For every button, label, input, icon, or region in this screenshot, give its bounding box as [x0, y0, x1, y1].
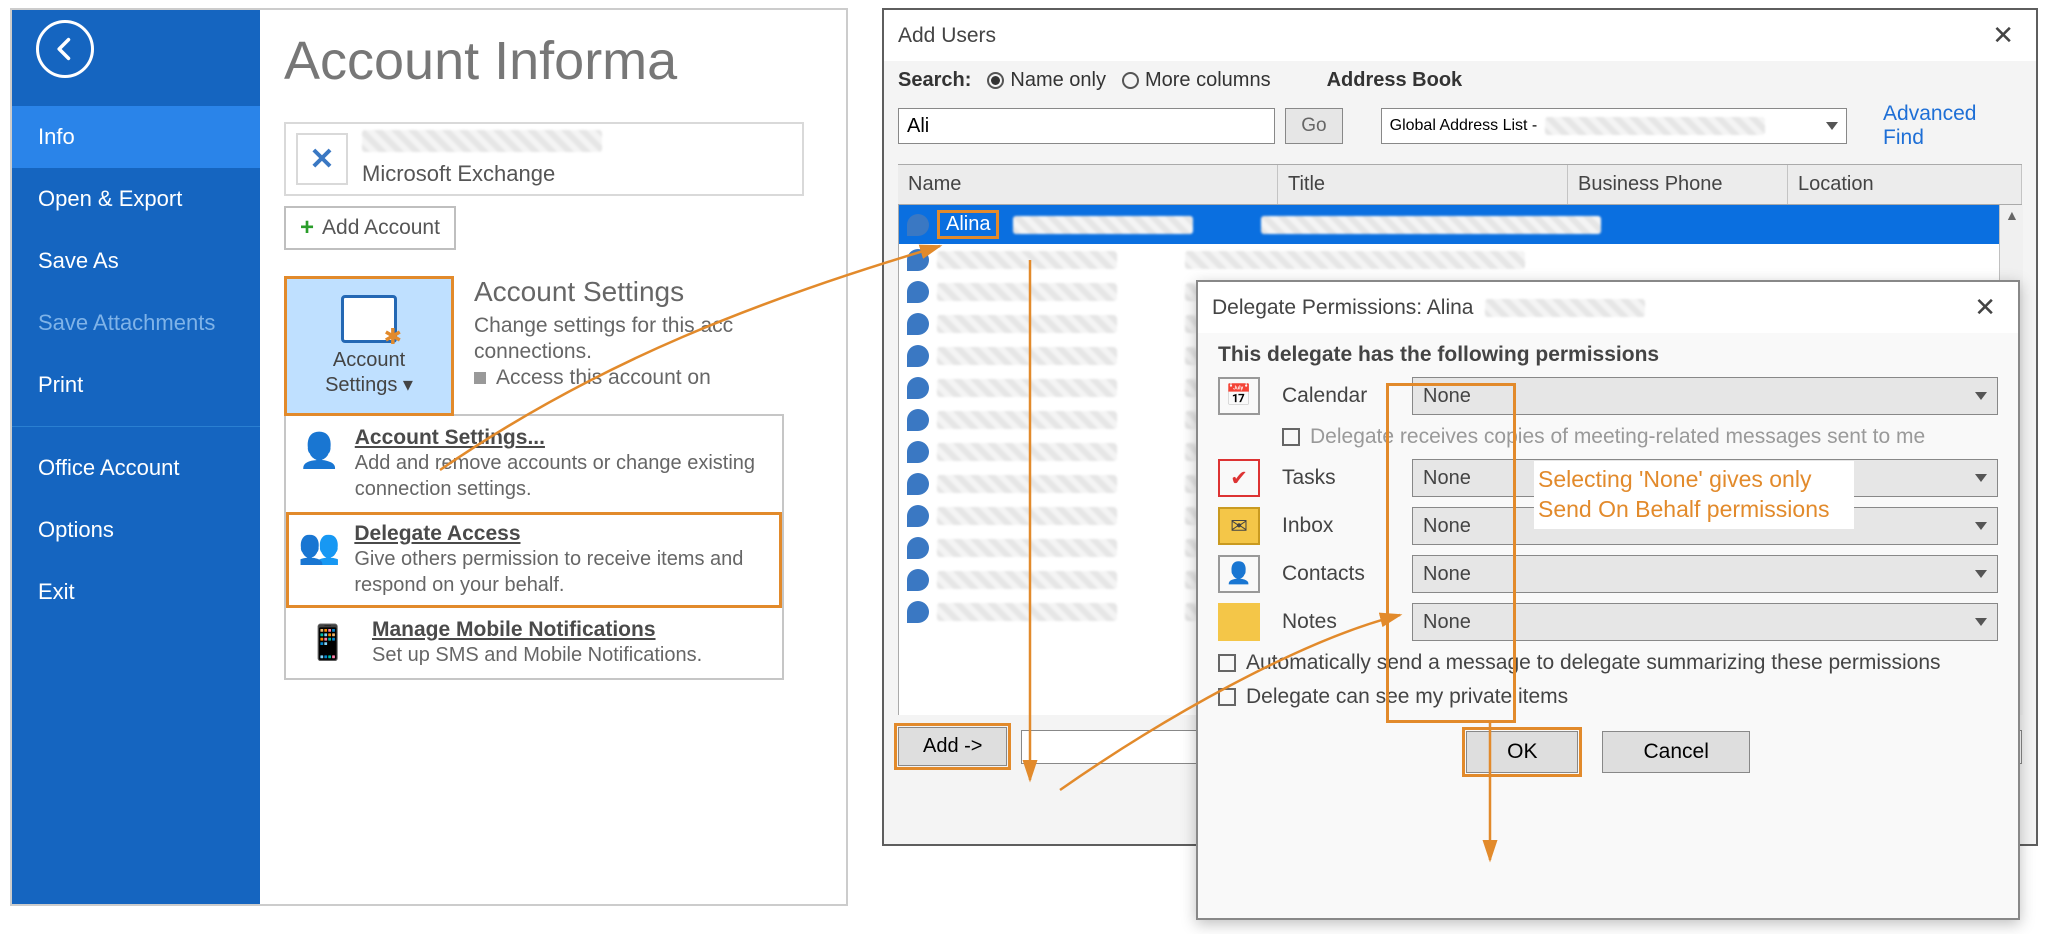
radio-name-only[interactable]: Name only	[987, 69, 1106, 92]
sidebar-item-options[interactable]: Options	[12, 499, 260, 561]
person-icon	[907, 601, 929, 623]
content-area: Account Informa ✕ Microsoft Exchange + A…	[260, 10, 846, 904]
notes-icon	[1218, 603, 1260, 641]
sidebar-item-save-as[interactable]: Save As	[12, 230, 260, 292]
radio-more-columns[interactable]: More columns	[1122, 69, 1271, 92]
dialog-title: Add Users	[898, 24, 996, 48]
addr-book-redacted	[1545, 117, 1765, 135]
search-input[interactable]	[898, 108, 1275, 144]
account-settings-button[interactable]: Account Settings ▾	[284, 276, 454, 416]
person-icon	[907, 281, 929, 303]
outlook-backstage: Info Open & Export Save As Save Attachme…	[10, 8, 848, 906]
perm-row-contacts: 👤 Contacts None	[1218, 555, 1998, 593]
person-icon	[907, 249, 929, 271]
advanced-find-link[interactable]: Advanced Find	[1883, 102, 2022, 150]
user-row[interactable]	[899, 244, 2021, 276]
menu-item-account-settings[interactable]: 👤 Account Settings... Add and remove acc…	[286, 416, 782, 512]
person-icon	[907, 505, 929, 527]
address-book-label: Address Book	[1327, 69, 1463, 92]
dp-heading: This delegate has the following permissi…	[1218, 343, 1998, 367]
account-settings-icon	[341, 295, 397, 343]
calendar-icon: 📅	[1218, 377, 1260, 415]
person-icon	[907, 313, 929, 335]
dp-name-redacted	[1485, 299, 1645, 317]
perm-row-calendar: 📅 Calendar None	[1218, 377, 1998, 415]
back-button[interactable]	[36, 20, 94, 78]
sidebar-item-office-account[interactable]: Office Account	[12, 437, 260, 499]
close-icon[interactable]: ✕	[1984, 20, 2022, 51]
menu-item-mobile-notifications[interactable]: 📱 Manage Mobile Notifications Set up SMS…	[286, 608, 782, 678]
person-icon	[907, 569, 929, 591]
ok-button[interactable]: OK	[1466, 731, 1578, 773]
person-icon	[907, 377, 929, 399]
delegate-permissions-dialog: Delegate Permissions: Alina ✕ This deleg…	[1196, 280, 2020, 920]
person-icon	[907, 441, 929, 463]
person-icon	[907, 537, 929, 559]
tasks-icon: ✔	[1218, 459, 1260, 497]
annotation-text: Selecting 'None' gives only Send On Beha…	[1534, 461, 1854, 529]
sidebar-item-open-export[interactable]: Open & Export	[12, 168, 260, 230]
list-column-headers: Name Title Business Phone Location	[898, 164, 2022, 205]
calendar-dropdown[interactable]: None	[1412, 377, 1998, 415]
sidebar-item-print[interactable]: Print	[12, 354, 260, 416]
account-type: Microsoft Exchange	[362, 161, 555, 186]
sidebar-item-info[interactable]: Info	[12, 106, 260, 168]
account-email-redacted	[362, 130, 602, 152]
delegate-access-icon: 👥	[298, 522, 340, 572]
user-row-selected[interactable]: Alina	[899, 205, 2021, 244]
contacts-dropdown[interactable]: None	[1412, 555, 1998, 593]
sidebar-item-save-attachments: Save Attachments	[12, 292, 260, 354]
plus-icon: +	[300, 214, 314, 242]
person-icon	[907, 409, 929, 431]
checkbox-meeting-copies[interactable]	[1282, 428, 1300, 446]
account-settings-description: Account Settings Change settings for thi…	[474, 276, 733, 416]
cancel-button[interactable]: Cancel	[1602, 731, 1749, 773]
close-icon[interactable]: ✕	[1966, 292, 2004, 323]
search-label: Search:	[898, 69, 971, 92]
add-account-button[interactable]: + Add Account	[284, 206, 456, 250]
account-settings-menu: 👤 Account Settings... Add and remove acc…	[284, 414, 784, 680]
checkbox-private-items[interactable]	[1218, 688, 1236, 706]
account-selector[interactable]: ✕ Microsoft Exchange	[284, 122, 804, 196]
sidebar: Info Open & Export Save As Save Attachme…	[12, 10, 260, 904]
sidebar-item-exit[interactable]: Exit	[12, 561, 260, 623]
exchange-icon: ✕	[296, 133, 348, 185]
page-title: Account Informa	[284, 30, 826, 92]
account-settings-small-icon: 👤	[298, 426, 341, 476]
chevron-down-icon	[1826, 122, 1838, 130]
add-button[interactable]: Add ->	[898, 727, 1007, 766]
go-button[interactable]: Go	[1285, 108, 1343, 144]
checkbox-auto-send[interactable]	[1218, 654, 1236, 672]
person-icon	[907, 473, 929, 495]
perm-row-notes: Notes None	[1218, 603, 1998, 641]
address-book-combo[interactable]: Global Address List -	[1381, 108, 1847, 144]
mobile-icon: 📱	[298, 618, 358, 668]
dp-title: Delegate Permissions: Alina	[1212, 296, 1473, 319]
inbox-icon: ✉	[1218, 507, 1260, 545]
person-icon	[907, 345, 929, 367]
contacts-icon: 👤	[1218, 555, 1260, 593]
menu-item-delegate-access[interactable]: 👥 Delegate Access Give others permission…	[286, 512, 782, 608]
notes-dropdown[interactable]: None	[1412, 603, 1998, 641]
person-icon	[907, 214, 929, 236]
